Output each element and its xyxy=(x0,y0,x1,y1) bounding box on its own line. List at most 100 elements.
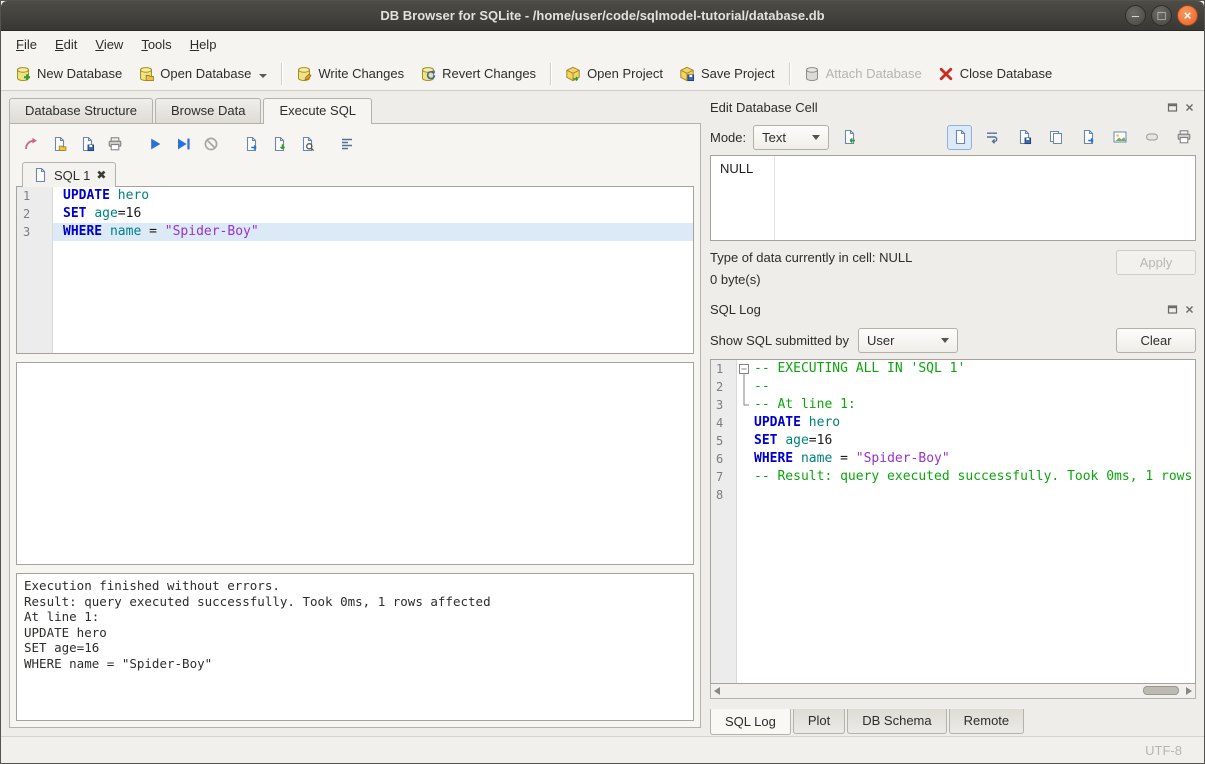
fold-marker-icon xyxy=(737,486,752,504)
code-line[interactable]: 6WHERE name = "Spider-Boy" xyxy=(711,450,1195,468)
results-grid[interactable] xyxy=(16,362,694,565)
execute-line-icon[interactable] xyxy=(170,132,195,157)
sql-tab-label: SQL 1 xyxy=(54,168,90,183)
db-attach-icon xyxy=(804,66,820,82)
db-open-icon xyxy=(138,66,154,82)
window-controls: –□ × xyxy=(1125,5,1198,26)
clear-log-button[interactable]: Clear xyxy=(1116,328,1196,353)
title-bar[interactable]: DB Browser for SQLite - /home/user/code/… xyxy=(1,1,1204,31)
revert-changes-button[interactable]: Revert Changes xyxy=(412,62,544,86)
code-line[interactable]: 3-- At line 1: xyxy=(711,396,1195,414)
main-toolbar: New DatabaseOpen Database Write ChangesRe… xyxy=(1,57,1204,91)
word-wrap-icon[interactable] xyxy=(979,125,1004,150)
chevron-down-icon xyxy=(941,338,949,343)
code-line[interactable]: 3WHERE name = "Spider-Boy" xyxy=(17,223,693,241)
log-horizontal-scrollbar[interactable] xyxy=(710,684,1196,699)
execution-output: Execution finished without errors.Result… xyxy=(16,573,694,721)
print-cell-icon[interactable] xyxy=(1171,125,1196,150)
cell-text-area[interactable] xyxy=(775,156,1195,240)
sql-tab[interactable]: SQL 1 ✖ xyxy=(22,162,116,187)
log-filter-value: User xyxy=(867,333,894,348)
tab-database-structure[interactable]: Database Structure xyxy=(9,98,153,123)
output-line: UPDATE hero xyxy=(24,625,686,641)
close-tab-icon[interactable]: ✖ xyxy=(96,168,106,182)
dock-tab-sql-log[interactable]: SQL Log xyxy=(710,709,791,735)
code-line[interactable]: 2SET age=16 xyxy=(17,205,693,223)
dock-tab-remote[interactable]: Remote xyxy=(949,709,1025,734)
save-cell-icon[interactable] xyxy=(1011,125,1036,150)
code-line[interactable]: 5SET age=16 xyxy=(711,432,1195,450)
tab-execute-sql[interactable]: Execute SQL xyxy=(263,98,372,124)
close-button[interactable]: × xyxy=(1177,5,1198,26)
tab-browse-data[interactable]: Browse Data xyxy=(155,98,261,123)
chevron-down-icon[interactable] xyxy=(259,74,267,78)
document-view-icon[interactable] xyxy=(947,125,972,150)
save-sql-icon[interactable] xyxy=(74,132,99,157)
code-line[interactable]: 2-- xyxy=(711,378,1195,396)
dock-float-icon[interactable] xyxy=(1166,303,1179,316)
dock-tab-plot[interactable]: Plot xyxy=(793,709,845,734)
menu-view[interactable]: View xyxy=(86,33,132,56)
cell-editor[interactable]: NULL xyxy=(710,155,1196,241)
stop-icon[interactable] xyxy=(198,132,223,157)
menu-file[interactable]: File xyxy=(7,33,46,56)
line-number: 5 xyxy=(711,432,737,450)
dock-tab-db-schema[interactable]: DB Schema xyxy=(847,709,946,734)
import-data-icon[interactable] xyxy=(836,125,861,150)
image-view-icon[interactable] xyxy=(1107,125,1132,150)
log-filter-select[interactable]: User xyxy=(858,328,958,353)
copy-cell-icon[interactable] xyxy=(1043,125,1068,150)
export-csv-icon[interactable] xyxy=(238,132,263,157)
open-sql-icon[interactable] xyxy=(46,132,71,157)
sql-editor[interactable]: 1UPDATE hero2SET age=163WHERE name = "Sp… xyxy=(16,186,694,354)
close-database-button[interactable]: Close Database xyxy=(930,62,1061,86)
new-database-button[interactable]: New Database xyxy=(7,62,130,86)
execute-all-icon[interactable] xyxy=(142,132,167,157)
write-changes-button[interactable]: Write Changes xyxy=(288,62,412,86)
mode-select[interactable]: Text xyxy=(753,125,829,150)
sql-log-editor[interactable]: 1-- EXECUTING ALL IN 'SQL 1'2--3-- At li… xyxy=(710,359,1196,684)
code-line[interactable]: 4UPDATE hero xyxy=(711,414,1195,432)
cell-value: NULL xyxy=(711,156,775,240)
minimize-button[interactable]: – xyxy=(1125,5,1146,26)
db-revert-icon xyxy=(420,66,436,82)
maximize-button[interactable]: □ xyxy=(1151,5,1172,26)
scrollbar-thumb[interactable] xyxy=(1143,686,1179,695)
scroll-right-icon[interactable] xyxy=(1186,687,1192,695)
export-cell-icon[interactable] xyxy=(1075,125,1100,150)
menu-help[interactable]: Help xyxy=(181,33,226,56)
line-number: 3 xyxy=(17,223,53,241)
sql-file-icon xyxy=(32,167,48,183)
edit-cell-title: Edit Database Cell xyxy=(710,100,818,115)
execute-sql-content: SQL 1 ✖ 1UPDATE hero2SET age=163WHERE na… xyxy=(9,123,701,728)
sql-log-dock-title: SQL Log xyxy=(710,297,1196,321)
right-dock: Edit Database Cell Mode: Text NULL xyxy=(701,91,1204,736)
toolbar-separator xyxy=(550,63,551,85)
dock-float-icon[interactable] xyxy=(1166,101,1179,114)
cell-size-info: 0 byte(s) xyxy=(710,272,912,287)
line-number: 6 xyxy=(711,450,737,468)
line-number: 2 xyxy=(711,378,737,396)
code-line[interactable]: 1UPDATE hero xyxy=(17,187,693,205)
fold-marker-icon[interactable] xyxy=(737,360,752,378)
find-icon[interactable] xyxy=(294,132,319,157)
open-database-button[interactable]: Open Database xyxy=(130,62,275,86)
print-icon[interactable] xyxy=(102,132,127,157)
scroll-left-icon[interactable] xyxy=(714,687,720,695)
code-line[interactable]: 1-- EXECUTING ALL IN 'SQL 1' xyxy=(711,360,1195,378)
dock-close-icon[interactable] xyxy=(1183,101,1196,114)
format-sql-icon[interactable] xyxy=(334,132,359,157)
line-number: 8 xyxy=(711,486,737,504)
menu-tools[interactable]: Tools xyxy=(132,33,180,56)
new-tab-icon[interactable] xyxy=(18,132,43,157)
open-project-button[interactable]: Open Project xyxy=(557,62,671,86)
close-icon: × xyxy=(1184,9,1192,22)
save-project-button[interactable]: Save Project xyxy=(671,62,783,86)
dock-close-icon[interactable] xyxy=(1183,303,1196,316)
set-null-icon[interactable] xyxy=(1139,125,1164,150)
dock-tab-bar: SQL LogPlotDB SchemaRemote xyxy=(710,709,1196,736)
code-line[interactable]: 8 xyxy=(711,486,1195,504)
save-results-icon[interactable] xyxy=(266,132,291,157)
code-line[interactable]: 7-- Result: query executed successfully.… xyxy=(711,468,1195,486)
menu-edit[interactable]: Edit xyxy=(46,33,86,56)
